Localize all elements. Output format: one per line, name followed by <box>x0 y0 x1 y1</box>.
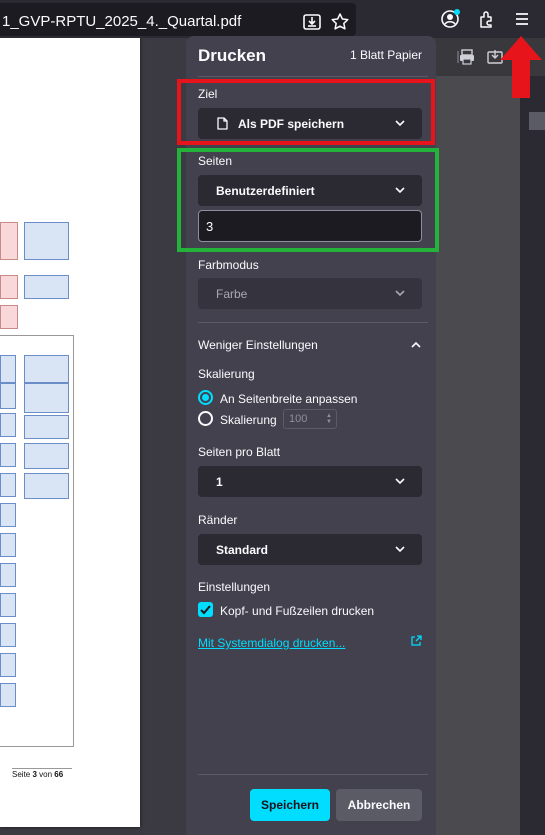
page-current: 3 <box>32 770 37 779</box>
tab-title: 1_GVP-RPTU_2025_4._Quartal.pdf <box>2 13 242 30</box>
org-box <box>0 355 16 383</box>
margins-label: Ränder <box>198 513 238 527</box>
org-box <box>0 563 16 587</box>
print-icon[interactable] <box>459 49 475 65</box>
org-box <box>0 275 18 299</box>
checkmark-icon <box>200 605 211 615</box>
pdf-viewer-background <box>435 76 520 835</box>
org-box <box>24 383 69 413</box>
org-box <box>0 413 16 437</box>
divider <box>198 774 428 775</box>
dialog-title: Drucken <box>198 46 267 65</box>
org-box <box>24 473 69 499</box>
org-box <box>0 623 16 647</box>
org-box <box>0 533 16 557</box>
account-badge <box>454 9 460 15</box>
external-link-icon[interactable] <box>410 635 422 647</box>
settings-label: Einstellungen <box>198 580 271 594</box>
chevron-down-icon <box>395 546 405 553</box>
divider <box>198 322 428 323</box>
chevron-down-icon <box>395 478 405 485</box>
spinner-arrows-icon: ▲ ▼ <box>326 413 332 425</box>
scale-value: 100 <box>289 413 308 425</box>
color-mode-value: Farbe <box>216 287 248 301</box>
footer-rule <box>12 768 72 769</box>
org-box <box>0 593 16 617</box>
org-box <box>24 275 69 299</box>
org-box <box>24 222 69 260</box>
scaling-label: Skalierung <box>198 367 255 381</box>
scale-label: Skalierung <box>220 413 277 427</box>
org-box <box>0 683 16 707</box>
scale-input[interactable]: 100 ▲ ▼ <box>283 409 337 429</box>
sheet-count: 1 Blatt Papier <box>349 48 422 62</box>
save-button[interactable]: Speichern <box>250 789 330 821</box>
fit-width-label: An Seitenbreite anpassen <box>220 392 358 406</box>
download-icon[interactable] <box>302 12 322 32</box>
pages-highlight <box>177 148 439 252</box>
system-dialog-link[interactable]: Mit Systemdialog drucken... <box>198 636 345 650</box>
org-box <box>0 653 16 677</box>
page-footer: Seite 3 von 66 <box>12 770 63 779</box>
menu-icon[interactable] <box>512 9 532 29</box>
destination-highlight <box>177 79 435 145</box>
page-total: 66 <box>54 770 64 779</box>
fit-width-radio[interactable] <box>198 390 213 405</box>
less-settings-toggle[interactable]: Weniger Einstellungen <box>198 338 318 352</box>
org-box <box>0 473 16 497</box>
page-of: von <box>39 770 53 779</box>
chevron-down-icon <box>395 290 405 297</box>
color-mode-select[interactable]: Farbe <box>198 278 422 309</box>
headers-footers-checkbox[interactable] <box>198 602 213 617</box>
org-box <box>24 443 69 469</box>
org-box <box>0 503 16 527</box>
extensions-icon[interactable] <box>477 9 497 29</box>
pages-per-sheet-select[interactable]: 1 <box>198 466 422 497</box>
browser-toolbar: 1_GVP-RPTU_2025_4._Quartal.pdf <box>0 0 545 38</box>
headers-footers-label: Kopf- und Fußzeilen drucken <box>220 604 375 618</box>
margins-select[interactable]: Standard <box>198 534 422 565</box>
cancel-button[interactable]: Abbrechen <box>336 789 422 821</box>
bookmark-star-icon[interactable] <box>330 12 350 32</box>
org-box <box>24 355 69 383</box>
pages-per-sheet-value: 1 <box>216 475 223 489</box>
org-box <box>24 415 69 439</box>
org-box <box>0 443 16 467</box>
color-mode-label: Farbmodus <box>198 258 259 272</box>
pages-per-sheet-label: Seiten pro Blatt <box>198 445 281 459</box>
margins-value: Standard <box>216 543 269 557</box>
scrollbar-thumb[interactable] <box>529 112 545 130</box>
arrow-up-icon <box>500 36 542 98</box>
browser-window: Seite 3 von 66 1_GVP-RPTU_2025_4._Quarta… <box>0 0 545 835</box>
page-label: Seite <box>12 770 31 779</box>
divider <box>198 76 428 77</box>
url-bar[interactable]: 1_GVP-RPTU_2025_4._Quartal.pdf <box>0 3 356 36</box>
scrollbar-track[interactable] <box>520 76 545 835</box>
org-box <box>0 305 18 329</box>
scale-radio[interactable] <box>198 411 213 426</box>
pdf-page: Seite 3 von 66 <box>0 37 140 827</box>
org-box <box>0 383 16 409</box>
org-box <box>0 222 18 260</box>
chevron-up-icon[interactable] <box>410 339 422 351</box>
